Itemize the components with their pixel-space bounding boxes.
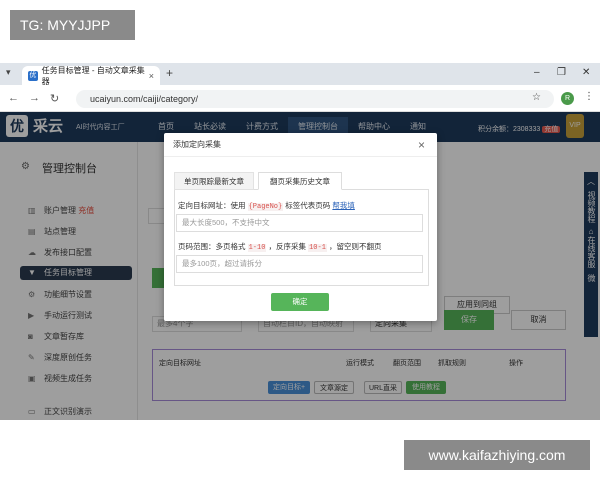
reload-icon[interactable]: ↻ [50,92,59,105]
page-range-label-text: 页码范围：多页格式 [178,242,246,251]
add-target-dialog: 添加定向采集 × 单页限踪最新文章 翻页采集历史文章 定向目标网址：使用 {Pa… [164,133,437,321]
forward-arrow-icon[interactable]: → [29,92,40,104]
target-url-label-text: 定向目标网址：使用 [178,201,246,210]
dialog-title: 添加定向采集 [164,133,437,157]
tab-search-icon[interactable]: ▾ [6,67,11,78]
site-favicon-icon: 优 [28,70,38,81]
url-field[interactable]: ucaiyun.com/caiji/category/ [76,90,554,108]
profile-avatar[interactable]: R [561,92,574,105]
tab-single-page[interactable]: 单页限踪最新文章 [174,172,254,190]
url-text: ucaiyun.com/caiji/category/ [90,94,199,104]
page-range-label: 页码范围：多页格式 1-10 ，反序采集 10-1 ，留空则不翻页 [178,241,382,252]
browser-menu-icon[interactable]: ⋮ [584,91,594,102]
close-icon[interactable]: × [418,138,425,152]
tab-paginated[interactable]: 翻页采集历史文章 [258,172,342,190]
confirm-button[interactable]: 确定 [271,293,329,311]
watermark-top: TG: MYYJJPP [10,10,135,40]
bookmark-star-icon[interactable]: ☆ [532,92,541,103]
back-arrow-icon[interactable]: ← [8,92,19,104]
dialog-tabs: 单页限踪最新文章 翻页采集历史文章 [174,172,429,190]
close-window-icon[interactable]: ✕ [582,67,590,78]
target-url-label: 定向目标网址：使用 {PageNo} 标签代表页码 帮我填 [178,200,355,211]
page-range-input[interactable]: 最多100页，超过请拆分 [176,255,423,273]
target-url-label-suffix: 标签代表页码 [285,201,331,210]
browser-tab[interactable]: 优 任务目标管理 - 自动文章采集器 × [22,65,160,86]
pageno-code: {PageNo} [247,203,284,211]
restore-icon[interactable]: ❐ [557,67,566,78]
target-url-input[interactable]: 最大长度500，不支持中文 [176,214,423,232]
range-code-forward: 1-10 [247,244,267,252]
new-tab-button[interactable]: + [166,66,173,80]
range-code-reverse: 10-1 [308,244,327,252]
page-range-label-suffix: ，留空则不翻页 [329,242,382,251]
watermark-bottom: www.kaifazhiying.com [404,440,590,470]
page-range-label-mid: ，反序采集 [268,242,307,251]
minimize-icon[interactable]: – [534,67,540,78]
tab-title: 任务目标管理 - 自动文章采集器 [41,65,145,86]
help-fill-link[interactable]: 帮我填 [332,201,355,210]
close-tab-icon[interactable]: × [149,71,154,81]
